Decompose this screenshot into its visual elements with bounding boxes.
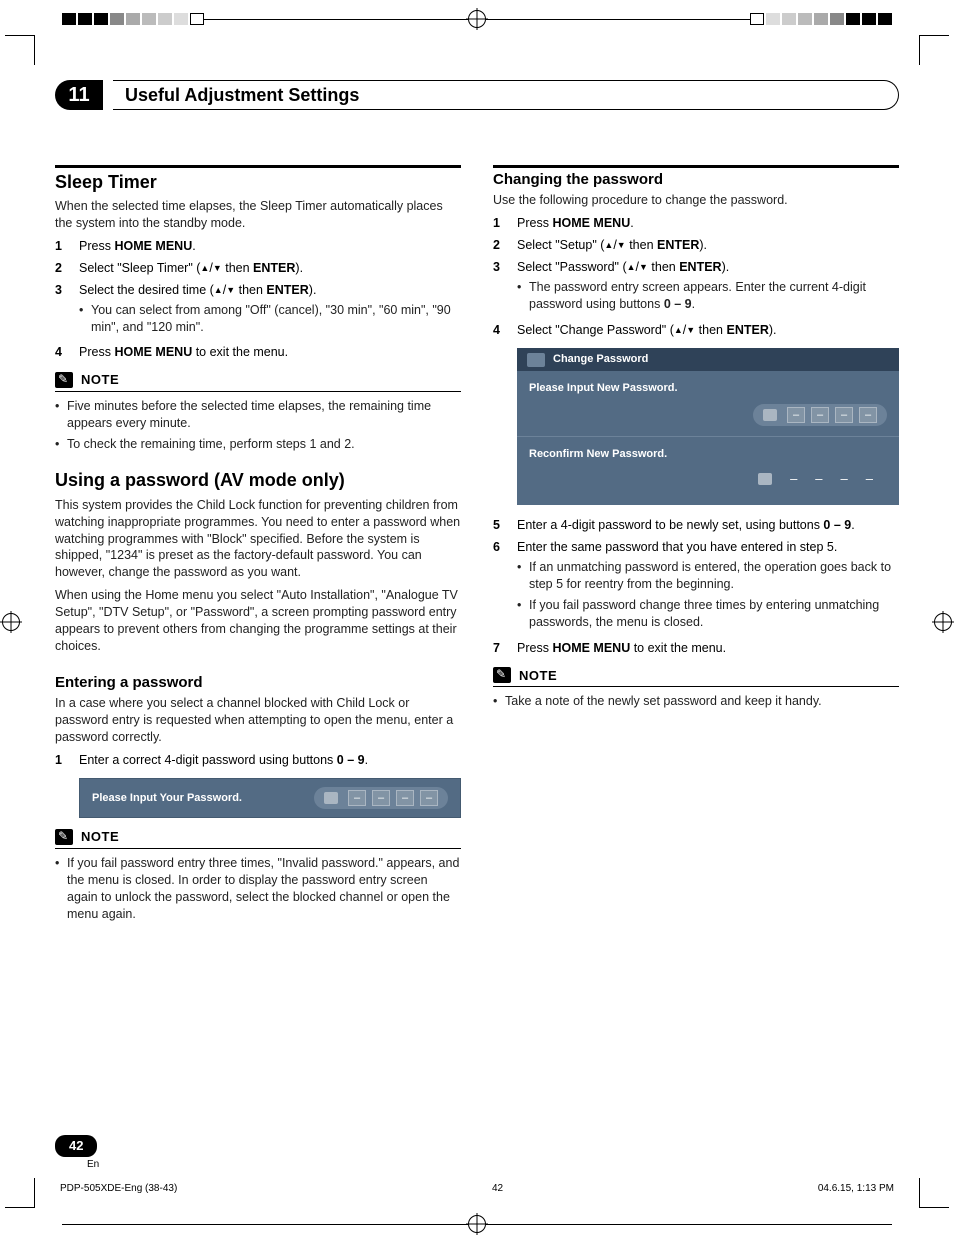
chapter-number: 11: [55, 80, 103, 110]
registration-top: [0, 10, 954, 28]
using-password-p1: This system provides the Child Lock func…: [55, 497, 461, 581]
note-item: Take a note of the newly set password an…: [493, 693, 899, 710]
changing-password-intro: Use the following procedure to change th…: [493, 192, 899, 209]
note-label: NOTE: [81, 371, 119, 389]
section-rule: [493, 165, 899, 168]
section-title-using-password: Using a password (AV mode only): [55, 468, 461, 492]
note-header: NOTE: [55, 828, 461, 849]
arrow-down-icon: [213, 261, 222, 275]
step-text: Press HOME MENU.: [517, 215, 899, 232]
step-text: Enter a correct 4-digit password using b…: [79, 752, 461, 769]
note-label: NOTE: [519, 667, 557, 685]
password-digit-placeholder: –: [811, 470, 826, 488]
password-digit-box: –: [787, 407, 805, 423]
arrow-up-icon: [674, 323, 683, 337]
password-digit-box: –: [372, 790, 390, 806]
chapter-title: Useful Adjustment Settings: [113, 80, 899, 110]
step-text: Select "Setup" (/ then ENTER).: [517, 237, 899, 254]
footer-folio: 42: [492, 1182, 503, 1196]
note-icon: [55, 829, 73, 845]
password-panel-label: Please Input Your Password.: [92, 791, 242, 806]
reg-target-icon: [2, 613, 20, 631]
subsection-title-entering-password: Entering a password: [55, 673, 461, 693]
note-header: NOTE: [55, 371, 461, 392]
step-bullet: If you fail password change three times …: [517, 597, 899, 631]
reg-target-icon: [468, 1215, 486, 1233]
arrow-down-icon: [639, 260, 648, 274]
crop-mark: [919, 35, 949, 65]
password-digit-box: –: [348, 790, 366, 806]
step-bullet: If an unmatching password is entered, th…: [517, 559, 899, 593]
keypad-icon: [758, 473, 772, 485]
arrow-up-icon: [627, 260, 636, 274]
step-text: Enter a 4-digit password to be newly set…: [517, 517, 899, 534]
step-text: Select "Password" (/ then ENTER). The pa…: [517, 259, 899, 317]
registration-bottom: [0, 1215, 954, 1233]
step-text: Select the desired time (/ then ENTER). …: [79, 282, 461, 340]
sleep-timer-intro: When the selected time elapses, the Slee…: [55, 198, 461, 232]
step-bullet: You can select from among "Off" (cancel)…: [79, 302, 461, 336]
footer-datetime: 04.6.15, 1:13 PM: [818, 1182, 894, 1196]
arrow-up-icon: [604, 238, 613, 252]
arrow-down-icon: [686, 323, 695, 337]
note-item: Five minutes before the selected time el…: [55, 398, 461, 432]
footer-doc-id: PDP-505XDE-Eng (38-43): [60, 1182, 177, 1196]
step-text: Press HOME MENU to exit the menu.: [79, 344, 461, 361]
note-item: If you fail password entry three times, …: [55, 855, 461, 923]
panel-label-reconfirm: Reconfirm New Password.: [529, 447, 887, 462]
password-input-pill: – – – –: [753, 404, 887, 426]
panel-header-icon: [527, 353, 545, 367]
password-digit-placeholder: –: [837, 470, 852, 488]
panel-label-new: Please Input New Password.: [529, 381, 887, 396]
page-language: En: [87, 1158, 99, 1172]
step-bullet: The password entry screen appears. Enter…: [517, 279, 899, 313]
using-password-p2: When using the Home menu you select "Aut…: [55, 587, 461, 655]
change-password-panel: Change Password Please Input New Passwor…: [517, 348, 899, 505]
note-icon: [493, 667, 511, 683]
step-text: Press HOME MENU to exit the menu.: [517, 640, 899, 657]
password-input-pill: – – – –: [314, 787, 448, 809]
reg-target-icon: [934, 613, 952, 631]
password-digit-box: –: [835, 407, 853, 423]
crop-mark: [5, 1178, 35, 1208]
password-digit-box: –: [396, 790, 414, 806]
section-rule: [55, 165, 461, 168]
arrow-up-icon: [200, 261, 209, 275]
section-title-sleep-timer: Sleep Timer: [55, 170, 461, 194]
arrow-up-icon: [214, 283, 223, 297]
password-digit-placeholder: –: [862, 470, 877, 488]
crop-mark: [5, 35, 35, 65]
password-digit-box: –: [859, 407, 877, 423]
password-digit-placeholder: –: [786, 470, 801, 488]
footer-info: PDP-505XDE-Eng (38-43) 42 04.6.15, 1:13 …: [55, 1182, 899, 1196]
crop-mark: [919, 1178, 949, 1208]
note-icon: [55, 372, 73, 388]
password-entry-panel: Please Input Your Password. – – – –: [79, 778, 461, 818]
panel-header-title: Change Password: [553, 352, 648, 367]
password-digit-box: –: [811, 407, 829, 423]
note-label: NOTE: [81, 828, 119, 846]
reg-target-icon: [468, 10, 486, 28]
entering-password-intro: In a case where you select a channel blo…: [55, 695, 461, 746]
arrow-down-icon: [617, 238, 626, 252]
keypad-icon: [324, 792, 338, 804]
page-number: 42: [55, 1135, 97, 1157]
step-text: Enter the same password that you have en…: [517, 539, 899, 634]
step-text: Press HOME MENU.: [79, 238, 461, 255]
arrow-down-icon: [226, 283, 235, 297]
note-item: To check the remaining time, perform ste…: [55, 436, 461, 453]
keypad-icon: [763, 409, 777, 421]
step-text: Select "Sleep Timer" (/ then ENTER).: [79, 260, 461, 277]
note-header: NOTE: [493, 667, 899, 688]
password-input-row: – – – –: [758, 470, 887, 488]
subsection-title-changing-password: Changing the password: [493, 170, 899, 190]
chapter-header: 11 Useful Adjustment Settings: [55, 80, 899, 110]
password-digit-box: –: [420, 790, 438, 806]
step-text: Select "Change Password" (/ then ENTER).: [517, 322, 899, 339]
